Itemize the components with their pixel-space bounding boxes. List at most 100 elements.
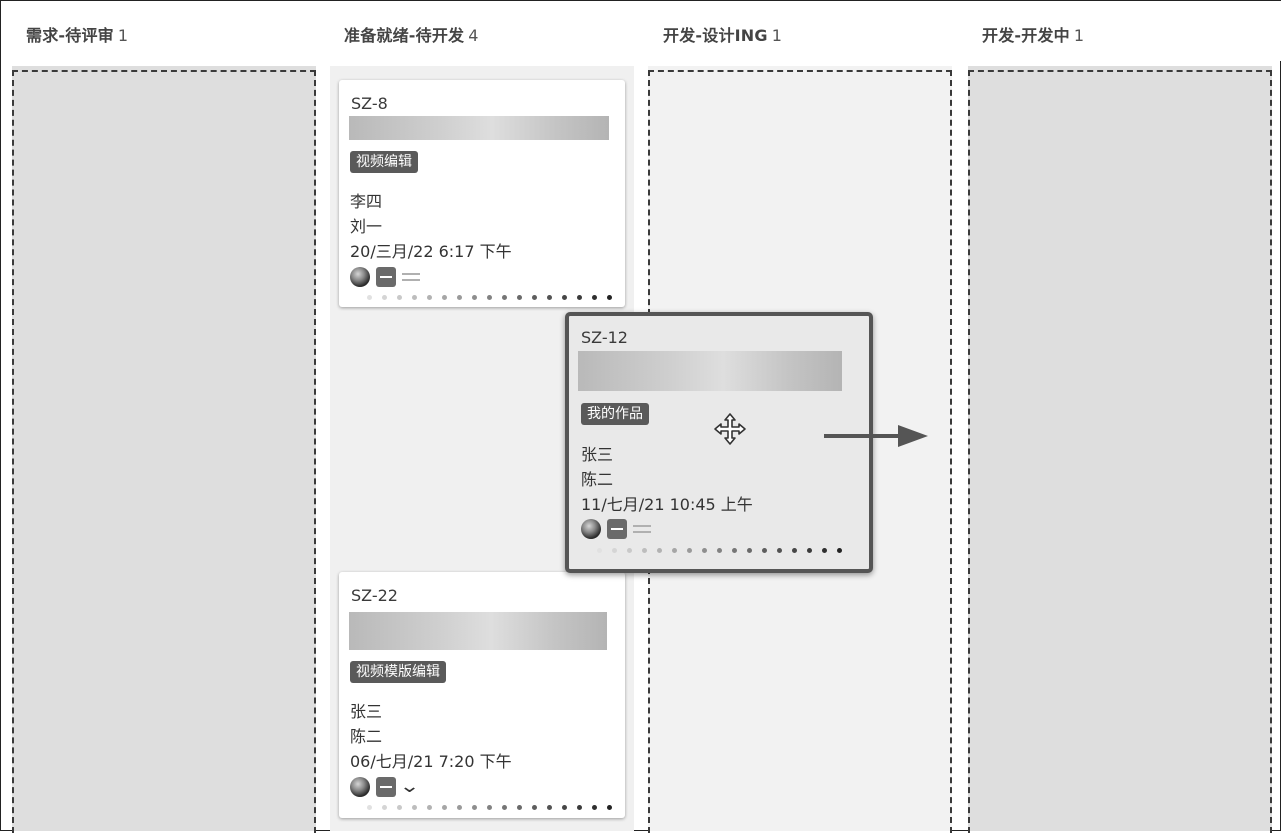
column-name: 开发-设计ING bbox=[663, 26, 768, 45]
progress-dot bbox=[517, 805, 522, 810]
progress-dot bbox=[717, 548, 722, 553]
dropzone-review[interactable] bbox=[12, 70, 316, 833]
column-title-review: 需求-待评审 1 bbox=[26, 22, 128, 46]
progress-dot bbox=[837, 548, 842, 553]
progress-dot bbox=[577, 295, 582, 300]
issue-summary-redacted bbox=[349, 612, 607, 650]
board-header: 需求-待评审 1 准备就绪-待开发 4 开发-设计ING 1 开发-开发中 1 bbox=[1, 1, 1282, 61]
progress-dot bbox=[592, 295, 597, 300]
column-name: 开发-开发中 bbox=[982, 26, 1070, 45]
progress-dot bbox=[532, 805, 537, 810]
column-count: 1 bbox=[771, 26, 783, 45]
progress-dots bbox=[367, 805, 617, 811]
column-count: 1 bbox=[117, 26, 129, 45]
reporter-name: 刘一 bbox=[350, 217, 383, 236]
progress-dot bbox=[747, 548, 752, 553]
progress-dot bbox=[397, 295, 402, 300]
progress-dot bbox=[562, 295, 567, 300]
progress-dot bbox=[762, 548, 767, 553]
progress-dot bbox=[792, 548, 797, 553]
progress-dot bbox=[807, 548, 812, 553]
progress-dot bbox=[657, 548, 662, 553]
progress-dot bbox=[612, 548, 617, 553]
progress-dot bbox=[777, 548, 782, 553]
priority-medium-icon bbox=[607, 519, 627, 539]
issue-date: 11/七月/21 10:45 上午 bbox=[581, 495, 753, 514]
progress-dot bbox=[702, 548, 707, 553]
progress-dot bbox=[367, 805, 372, 810]
arrow-right-icon bbox=[824, 425, 928, 447]
issue-key[interactable]: SZ-8 bbox=[351, 94, 388, 113]
progress-dot bbox=[672, 548, 677, 553]
column-count: 1 bbox=[1073, 26, 1085, 45]
progress-dot bbox=[502, 805, 507, 810]
assignee-name: 张三 bbox=[581, 445, 614, 464]
progress-dot bbox=[472, 805, 477, 810]
reporter-name: 陈二 bbox=[350, 727, 383, 746]
issue-label-tag[interactable]: 视频编辑 bbox=[350, 151, 418, 173]
progress-dot bbox=[487, 295, 492, 300]
card-icons bbox=[581, 518, 651, 540]
progress-dot bbox=[472, 295, 477, 300]
progress-dot bbox=[382, 805, 387, 810]
progress-dot bbox=[597, 548, 602, 553]
progress-dot bbox=[547, 295, 552, 300]
assignee-name: 张三 bbox=[350, 702, 383, 721]
move-icon bbox=[714, 413, 746, 445]
globe-icon bbox=[350, 267, 370, 287]
issue-key[interactable]: SZ-12 bbox=[581, 328, 628, 347]
progress-dot bbox=[642, 548, 647, 553]
issue-label-tag[interactable]: 视频模版编辑 bbox=[350, 661, 446, 683]
progress-dot bbox=[577, 805, 582, 810]
issue-label-tag[interactable]: 我的作品 bbox=[581, 403, 649, 425]
column-title-ready: 准备就绪-待开发 4 bbox=[344, 22, 479, 46]
card-icons bbox=[350, 266, 420, 288]
progress-dot bbox=[427, 805, 432, 810]
chevron-down-icon[interactable]: ⌄ bbox=[399, 777, 420, 797]
issue-summary-redacted bbox=[578, 351, 842, 391]
priority-medium-icon bbox=[376, 777, 396, 797]
assignee-name: 李四 bbox=[350, 192, 383, 211]
priority-lines-icon bbox=[633, 524, 651, 534]
issue-key[interactable]: SZ-22 bbox=[351, 586, 398, 605]
issue-date: 06/七月/21 7:20 下午 bbox=[350, 752, 512, 771]
progress-dot bbox=[382, 295, 387, 300]
column-title-dev: 开发-开发中 1 bbox=[982, 22, 1084, 46]
priority-medium-icon bbox=[376, 267, 396, 287]
issue-card-sz-22[interactable]: SZ-22 视频模版编辑 张三 陈二 06/七月/21 7:20 下午 ⌄ bbox=[339, 572, 625, 818]
progress-dot bbox=[532, 295, 537, 300]
issue-date: 20/三月/22 6:17 下午 bbox=[350, 242, 512, 261]
issue-summary-redacted bbox=[349, 116, 609, 140]
progress-dot bbox=[397, 805, 402, 810]
progress-dot bbox=[412, 805, 417, 810]
card-icons: ⌄ bbox=[350, 776, 420, 798]
progress-dot bbox=[412, 295, 417, 300]
progress-dot bbox=[442, 295, 447, 300]
progress-dot bbox=[502, 295, 507, 300]
column-name: 需求-待评审 bbox=[26, 26, 114, 45]
globe-icon bbox=[350, 777, 370, 797]
progress-dot bbox=[592, 805, 597, 810]
progress-dot bbox=[732, 548, 737, 553]
progress-dots bbox=[367, 295, 617, 301]
progress-dot bbox=[487, 805, 492, 810]
progress-dots bbox=[597, 548, 847, 554]
issue-card-sz-8[interactable]: SZ-8 视频编辑 李四 刘一 20/三月/22 6:17 下午 bbox=[339, 80, 625, 307]
progress-dot bbox=[607, 805, 612, 810]
progress-dot bbox=[457, 295, 462, 300]
column-count: 4 bbox=[468, 26, 479, 45]
progress-dot bbox=[547, 805, 552, 810]
progress-dot bbox=[822, 548, 827, 553]
column-title-design: 开发-设计ING 1 bbox=[663, 22, 782, 46]
progress-dot bbox=[442, 805, 447, 810]
progress-dot bbox=[627, 548, 632, 553]
progress-dot bbox=[687, 548, 692, 553]
globe-icon bbox=[581, 519, 601, 539]
progress-dot bbox=[607, 295, 612, 300]
progress-dot bbox=[517, 295, 522, 300]
progress-dot bbox=[562, 805, 567, 810]
dropzone-dev[interactable] bbox=[968, 70, 1272, 833]
progress-dot bbox=[367, 295, 372, 300]
progress-dot bbox=[427, 295, 432, 300]
reporter-name: 陈二 bbox=[581, 470, 614, 489]
